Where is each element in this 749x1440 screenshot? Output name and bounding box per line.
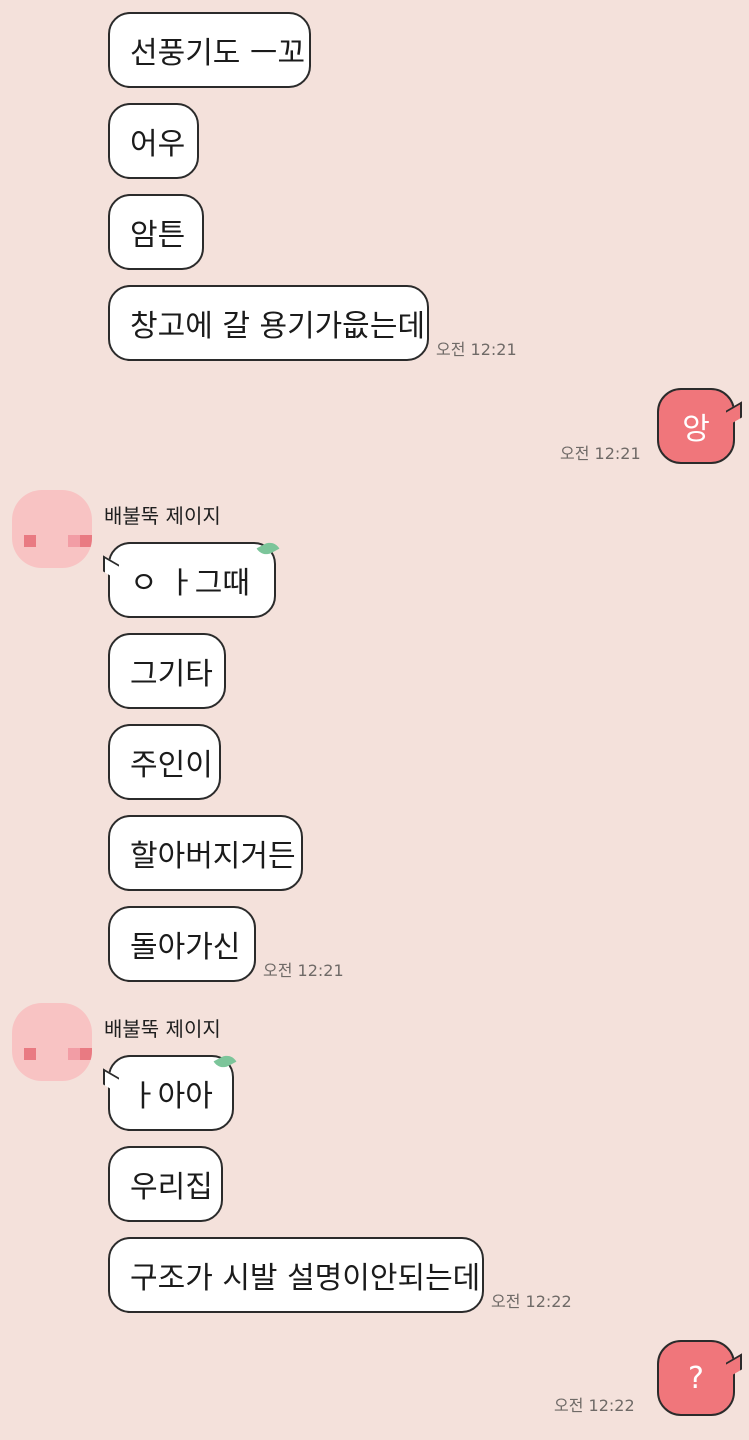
message-text: 앙 <box>682 412 710 447</box>
message-bubble[interactable]: 창고에 갈 용기가읎는데 <box>108 285 429 361</box>
message-text: 주인이 <box>130 748 213 783</box>
sender-name: 배불뚝 제이지 <box>104 1017 221 1041</box>
message-bubble[interactable]: 할아버지거든 <box>108 815 303 891</box>
message-bubble[interactable]: 어우 <box>108 103 199 179</box>
message-timestamp: 오전 12:22 <box>491 1292 572 1311</box>
avatar[interactable] <box>12 490 92 568</box>
my-message-bubble[interactable]: 앙 <box>657 388 735 464</box>
message-text: 우리집 <box>130 1170 213 1205</box>
message-timestamp: 오전 12:21 <box>436 340 517 359</box>
message-text: 그기타 <box>130 657 213 692</box>
message-text: 구조가 시발 설명이안되는데 <box>130 1261 481 1296</box>
message-text: 암튼 <box>130 218 186 253</box>
avatar-pixel <box>68 535 80 547</box>
message-text: 어우 <box>130 127 186 162</box>
my-message-bubble[interactable]: ? <box>657 1340 735 1416</box>
message-bubble[interactable]: 선풍기도 ㅡ꼬 <box>108 12 311 88</box>
message-text: 돌아가신 <box>130 930 241 965</box>
message-text: ㅏ아아 <box>130 1079 213 1114</box>
avatar-pixel <box>24 1048 36 1060</box>
message-bubble[interactable]: 돌아가신 <box>108 906 256 982</box>
message-bubble[interactable]: 암튼 <box>108 194 204 270</box>
message-timestamp: 오전 12:22 <box>554 1396 635 1415</box>
message-text: 창고에 갈 용기가읎는데 <box>130 309 426 344</box>
message-bubble[interactable]: 그기타 <box>108 633 226 709</box>
message-text: ㅇ ㅏ그때 <box>130 566 250 601</box>
message-timestamp: 오전 12:21 <box>263 961 344 980</box>
message-bubble[interactable]: ㅇ ㅏ그때 <box>108 542 276 618</box>
message-text: 할아버지거든 <box>130 839 296 874</box>
avatar-pixel <box>80 1048 92 1060</box>
message-timestamp: 오전 12:21 <box>560 444 641 463</box>
message-bubble[interactable]: 주인이 <box>108 724 221 800</box>
message-text: 선풍기도 ㅡ꼬 <box>130 36 306 71</box>
avatar-pixel <box>68 1048 80 1060</box>
sender-name: 배불뚝 제이지 <box>104 504 221 528</box>
message-text: ? <box>688 1360 704 1396</box>
avatar[interactable] <box>12 1003 92 1081</box>
message-bubble[interactable]: ㅏ아아 <box>108 1055 234 1131</box>
message-bubble[interactable]: 우리집 <box>108 1146 223 1222</box>
avatar-pixel <box>24 535 36 547</box>
avatar-pixel <box>80 535 92 547</box>
message-bubble[interactable]: 구조가 시발 설명이안되는데 <box>108 1237 484 1313</box>
